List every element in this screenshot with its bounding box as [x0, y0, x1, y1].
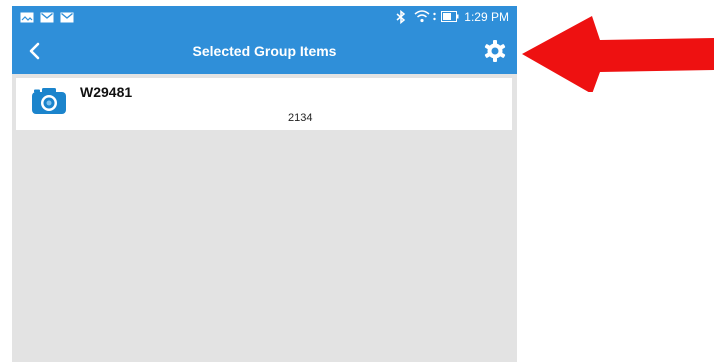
item-title: W29481 [80, 84, 133, 100]
phone-screen: 1:29 PM Selected Group Items W29481 2134 [12, 6, 517, 362]
item-value: 2134 [288, 112, 313, 124]
list-item[interactable]: W29481 2134 [16, 78, 512, 130]
mail-icon [60, 12, 74, 23]
gear-icon[interactable] [483, 39, 507, 63]
bluetooth-icon [396, 10, 406, 24]
signal-dots-icon [433, 12, 436, 21]
app-bar: Selected Group Items [12, 28, 517, 74]
red-arrow-annotation [522, 16, 714, 92]
wifi-icon [414, 10, 430, 23]
mail-icon [40, 12, 54, 23]
image-icon [20, 12, 34, 23]
battery-icon [441, 11, 459, 22]
page-title: Selected Group Items [192, 43, 337, 59]
camera-icon [32, 88, 66, 114]
status-time: 1:29 PM [464, 10, 509, 24]
status-bar: 1:29 PM [12, 6, 517, 28]
